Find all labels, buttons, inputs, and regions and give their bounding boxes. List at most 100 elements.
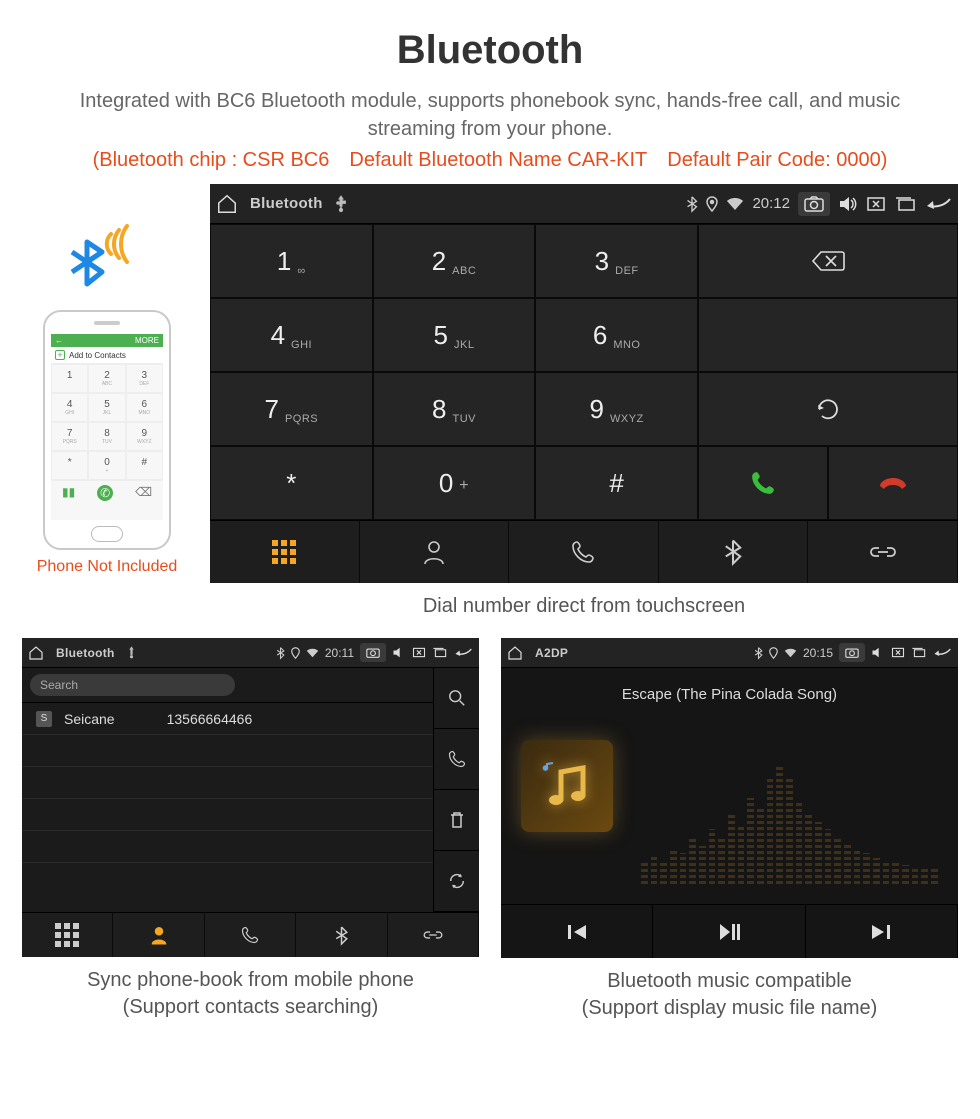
music-caption: Bluetooth music compatible(Support displ… xyxy=(501,968,958,1022)
contacts-statusbar: Bluetooth 20:11 xyxy=(22,638,479,668)
key-9[interactable]: 9WXYZ xyxy=(535,372,698,446)
nav-pair[interactable] xyxy=(388,913,479,957)
search-input[interactable]: Search xyxy=(30,674,235,696)
album-art xyxy=(521,740,613,832)
volume-button[interactable] xyxy=(392,647,406,658)
prev-track-button[interactable] xyxy=(501,905,653,958)
bluetooth-status-icon xyxy=(754,647,763,659)
nav-bluetooth[interactable] xyxy=(296,913,387,957)
screenshot-button[interactable] xyxy=(798,192,830,216)
contact-row-empty xyxy=(22,799,433,831)
key-hash[interactable]: # xyxy=(535,446,698,520)
call-button[interactable] xyxy=(698,446,828,520)
clock-text: 20:15 xyxy=(803,646,833,660)
close-button[interactable] xyxy=(891,647,905,658)
location-icon xyxy=(706,196,718,212)
dialer-statusbar: Bluetooth 20:12 xyxy=(210,184,958,224)
contact-row[interactable]: S Seicane 13566664466 xyxy=(22,703,433,735)
contact-name: Seicane xyxy=(64,711,115,727)
nav-contacts[interactable] xyxy=(360,521,510,583)
wifi-icon xyxy=(306,648,319,658)
dialer-bottom-nav xyxy=(210,520,958,583)
location-icon xyxy=(769,647,778,659)
home-icon[interactable] xyxy=(216,193,238,215)
bluetooth-signal-icon xyxy=(22,224,192,302)
nav-keypad[interactable] xyxy=(210,521,360,583)
volume-button[interactable] xyxy=(871,647,885,658)
keypad-icon xyxy=(55,923,79,947)
nav-keypad[interactable] xyxy=(22,913,113,957)
recents-button[interactable] xyxy=(911,647,926,658)
key-6[interactable]: 6MNO xyxy=(535,298,698,372)
location-icon xyxy=(291,647,300,659)
app-title: A2DP xyxy=(535,646,568,660)
key-2[interactable]: 2ABC xyxy=(373,224,536,298)
side-delete-button[interactable] xyxy=(434,790,479,851)
keypad-icon xyxy=(272,540,296,564)
home-icon[interactable] xyxy=(28,645,44,661)
dialer-panel: Bluetooth 20:12 1∞ 2ABC 3 xyxy=(210,184,958,620)
redial-button[interactable] xyxy=(698,372,958,446)
dialer-caption: Dial number direct from touchscreen xyxy=(210,593,958,620)
bluetooth-status-icon xyxy=(276,647,285,659)
music-controls xyxy=(501,904,958,958)
side-sync-button[interactable] xyxy=(434,851,479,912)
usb-icon xyxy=(335,196,347,212)
phone-column: ←MORE +Add to Contacts 1 2ABC3DEF 4GHI5J… xyxy=(22,224,192,576)
clock-text: 20:11 xyxy=(325,646,354,660)
back-button[interactable] xyxy=(453,647,473,658)
hangup-button[interactable] xyxy=(828,446,958,520)
page-title: Bluetooth xyxy=(0,28,980,73)
nav-recent-calls[interactable] xyxy=(509,521,659,583)
back-button[interactable] xyxy=(924,196,952,212)
nav-recent-calls[interactable] xyxy=(205,913,296,957)
contact-row-empty xyxy=(22,735,433,767)
contact-row-empty xyxy=(22,831,433,863)
play-pause-button[interactable] xyxy=(653,905,805,958)
wifi-icon xyxy=(784,648,797,658)
key-1[interactable]: 1∞ xyxy=(210,224,373,298)
wifi-icon xyxy=(726,197,744,211)
key-8[interactable]: 8TUV xyxy=(373,372,536,446)
screenshot-button[interactable] xyxy=(839,643,865,662)
next-track-button[interactable] xyxy=(806,905,958,958)
nav-pair[interactable] xyxy=(808,521,958,583)
contacts-side-actions xyxy=(433,668,479,912)
side-call-button[interactable] xyxy=(434,729,479,790)
key-7[interactable]: 7PQRS xyxy=(210,372,373,446)
usb-icon xyxy=(127,647,136,659)
music-column: A2DP 20:15 Escape (The Pina Colada Song) xyxy=(501,638,958,1022)
back-button[interactable] xyxy=(932,647,952,658)
close-button[interactable] xyxy=(866,196,886,212)
recents-button[interactable] xyxy=(432,647,447,658)
screenshot-button[interactable] xyxy=(360,643,386,662)
music-statusbar: A2DP 20:15 xyxy=(501,638,958,668)
bluetooth-status-icon xyxy=(686,196,698,212)
backspace-button[interactable] xyxy=(698,224,958,298)
side-empty-1 xyxy=(698,298,958,372)
key-0[interactable]: 0+ xyxy=(373,446,536,520)
contacts-column: Bluetooth 20:11 xyxy=(22,638,479,1022)
close-button[interactable] xyxy=(412,647,426,658)
contact-row-empty xyxy=(22,767,433,799)
volume-button[interactable] xyxy=(838,196,858,212)
app-title: Bluetooth xyxy=(250,195,323,212)
clock-text: 20:12 xyxy=(752,195,790,212)
contact-number: 13566664466 xyxy=(167,711,253,727)
side-search-button[interactable] xyxy=(434,668,479,729)
nav-contacts[interactable] xyxy=(113,913,204,957)
key-5[interactable]: 5JKL xyxy=(373,298,536,372)
app-title: Bluetooth xyxy=(56,646,115,660)
recents-button[interactable] xyxy=(894,196,916,212)
home-icon[interactable] xyxy=(507,645,523,661)
key-star[interactable]: * xyxy=(210,446,373,520)
page-description: Integrated with BC6 Bluetooth module, su… xyxy=(40,87,940,143)
key-3[interactable]: 3DEF xyxy=(535,224,698,298)
nav-bluetooth[interactable] xyxy=(659,521,809,583)
key-4[interactable]: 4GHI xyxy=(210,298,373,372)
phone-caption: Phone Not Included xyxy=(22,558,192,576)
contacts-bottom-nav xyxy=(22,912,479,957)
dial-pad: 1∞ 2ABC 3DEF 4GHI 5JKL 6MNO 7PQRS 8TUV 9… xyxy=(210,224,958,520)
contact-initial-badge: S xyxy=(36,711,52,727)
phone-mockup: ←MORE +Add to Contacts 1 2ABC3DEF 4GHI5J… xyxy=(43,310,171,550)
